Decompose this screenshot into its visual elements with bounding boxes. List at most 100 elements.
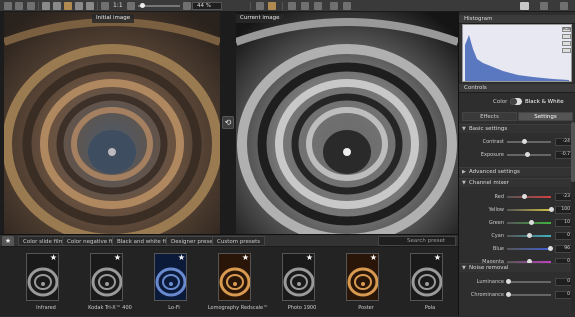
tab-custom-presets[interactable]: Custom presets bbox=[212, 236, 266, 246]
presets-panel: ★ Color slide film Color negative film B… bbox=[0, 234, 458, 316]
multi-view-icon[interactable] bbox=[86, 2, 94, 10]
single-view-icon[interactable] bbox=[42, 2, 50, 10]
zoom-percent-field[interactable]: 44 % bbox=[192, 2, 222, 10]
slider-track[interactable] bbox=[505, 292, 551, 297]
color-mode-toggle-row: Color Black & White bbox=[459, 96, 575, 108]
preset-preview-image: ★ bbox=[26, 253, 59, 301]
zoom-slider-knob[interactable] bbox=[140, 3, 145, 8]
preset-thumbnail[interactable]: ★ Poster bbox=[332, 253, 400, 315]
slider-knob[interactable] bbox=[548, 246, 554, 251]
preset-thumbnail[interactable]: ★ Lomography Redscale™ bbox=[204, 253, 272, 315]
panel-scrollbar-thumb[interactable] bbox=[571, 122, 575, 182]
preset-thumbnail[interactable]: ★ Kodak Tri-X™ 400 bbox=[76, 253, 144, 315]
slider-track[interactable] bbox=[507, 220, 551, 225]
histogram-header[interactable]: Histogram bbox=[459, 15, 575, 24]
slider-knob[interactable] bbox=[527, 233, 532, 238]
initial-image-pane[interactable]: Initial image bbox=[4, 12, 220, 234]
slider-row: Chrominance 0 bbox=[459, 290, 575, 300]
favorite-star-icon[interactable]: ★ bbox=[434, 254, 441, 262]
cancel-button[interactable] bbox=[540, 2, 548, 10]
bw-mode-label: Black & White bbox=[525, 99, 564, 105]
slider-track[interactable] bbox=[507, 233, 551, 238]
slider-knob[interactable] bbox=[505, 279, 511, 284]
toolbar-divider bbox=[250, 2, 251, 10]
histogram-blue-button[interactable] bbox=[562, 48, 571, 53]
slider-knob[interactable] bbox=[521, 139, 527, 144]
histogram-rgb-button[interactable]: RGB bbox=[562, 27, 571, 32]
current-image-label: Current image bbox=[236, 14, 284, 23]
apply-button[interactable] bbox=[520, 2, 529, 10]
favorite-star-icon[interactable]: ★ bbox=[50, 254, 57, 262]
color-bw-toggle[interactable] bbox=[510, 98, 522, 105]
rotate-right-icon[interactable] bbox=[314, 2, 322, 10]
hand-tool-icon[interactable] bbox=[268, 2, 276, 10]
search-preset-input[interactable]: Search preset bbox=[378, 236, 456, 246]
channel-mixer-header[interactable]: ▼ Channel mixer bbox=[459, 178, 575, 187]
side-by-side-view-icon[interactable] bbox=[64, 2, 72, 10]
histogram-green-button[interactable] bbox=[562, 41, 571, 46]
tab-effects[interactable]: Effects bbox=[462, 112, 517, 121]
preset-thumbnails: ★ Infrared ★ Kodak Tri-X™ 400 ★ Lo-Fi ★ Lomogra… bbox=[0, 249, 458, 317]
slider-knob[interactable] bbox=[549, 207, 554, 212]
favorites-star-icon[interactable]: ★ bbox=[2, 236, 14, 246]
tab-settings[interactable]: Settings bbox=[518, 112, 573, 121]
preset-thumbnail[interactable]: ★ Infrared bbox=[12, 253, 80, 315]
preset-thumbnail[interactable]: ★ Lo-Fi bbox=[140, 253, 208, 315]
toolbar-divider bbox=[97, 2, 98, 10]
slider-knob[interactable] bbox=[521, 194, 527, 199]
zoom-ratio-label[interactable]: 1:1 bbox=[113, 2, 123, 10]
slider-track[interactable] bbox=[505, 279, 551, 284]
slider-track[interactable] bbox=[507, 152, 551, 157]
favorite-star-icon[interactable]: ★ bbox=[114, 254, 121, 262]
favorite-star-icon[interactable]: ★ bbox=[178, 254, 185, 262]
home-icon[interactable] bbox=[4, 2, 12, 10]
save-icon[interactable] bbox=[15, 2, 23, 10]
slider-knob[interactable] bbox=[505, 292, 511, 297]
slider-label: Red bbox=[494, 194, 505, 200]
print-icon[interactable] bbox=[27, 2, 35, 10]
zoom-slider[interactable] bbox=[138, 3, 180, 8]
slider-row: Red -23 bbox=[459, 192, 575, 202]
noise-removal-header[interactable]: ▼ Noise removal bbox=[459, 263, 575, 272]
slider-label: Luminance bbox=[476, 279, 504, 285]
slider-knob[interactable] bbox=[529, 220, 535, 225]
favorite-star-icon[interactable]: ★ bbox=[370, 254, 377, 262]
stacked-view-icon[interactable] bbox=[75, 2, 83, 10]
redo-icon[interactable] bbox=[343, 2, 351, 10]
preset-thumbnail[interactable]: ★ Photo 1900 bbox=[268, 253, 336, 315]
panel-scrollbar[interactable] bbox=[571, 122, 575, 312]
zoom-out-icon[interactable] bbox=[101, 2, 109, 10]
slider-track[interactable] bbox=[507, 139, 551, 144]
slider-label: Chrominance bbox=[470, 292, 504, 298]
pointer-tool-icon[interactable] bbox=[256, 2, 264, 10]
zoom-fit-icon[interactable] bbox=[183, 2, 191, 10]
preset-preview-image: ★ bbox=[218, 253, 251, 301]
expand-icon: ▶ bbox=[462, 169, 466, 175]
slider-knob[interactable] bbox=[525, 152, 531, 157]
basic-settings-header[interactable]: ▼ Basic settings bbox=[459, 124, 575, 133]
histogram-graph bbox=[465, 35, 569, 81]
noise-removal-label: Noise removal bbox=[469, 265, 509, 271]
preset-thumbnail[interactable]: ★ Pola bbox=[396, 253, 464, 315]
slider-track[interactable] bbox=[507, 194, 551, 199]
slider-track[interactable] bbox=[507, 246, 554, 251]
controls-tabs: Effects Settings bbox=[462, 112, 573, 121]
crop-icon[interactable] bbox=[288, 2, 296, 10]
slider-label: Exposure bbox=[480, 152, 504, 158]
preset-name: Pola bbox=[424, 305, 436, 311]
advanced-settings-header[interactable]: ▶ Advanced settings bbox=[459, 167, 575, 176]
rotate-left-icon[interactable] bbox=[301, 2, 309, 10]
zoom-in-icon[interactable] bbox=[127, 2, 135, 10]
split-view-icon[interactable] bbox=[53, 2, 61, 10]
controls-header[interactable]: Controls bbox=[459, 84, 575, 93]
toggle-knob bbox=[510, 98, 517, 105]
undo-icon[interactable] bbox=[330, 2, 338, 10]
histogram-red-button[interactable] bbox=[562, 34, 571, 39]
help-icon[interactable] bbox=[560, 2, 568, 10]
favorite-star-icon[interactable]: ★ bbox=[242, 254, 249, 262]
current-image-pane[interactable]: Current image bbox=[236, 12, 458, 234]
slider-row: Green 10 bbox=[459, 218, 575, 228]
slider-track[interactable] bbox=[507, 207, 554, 212]
favorite-star-icon[interactable]: ★ bbox=[306, 254, 313, 262]
compare-swap-icon[interactable]: ⟲ bbox=[222, 116, 234, 129]
